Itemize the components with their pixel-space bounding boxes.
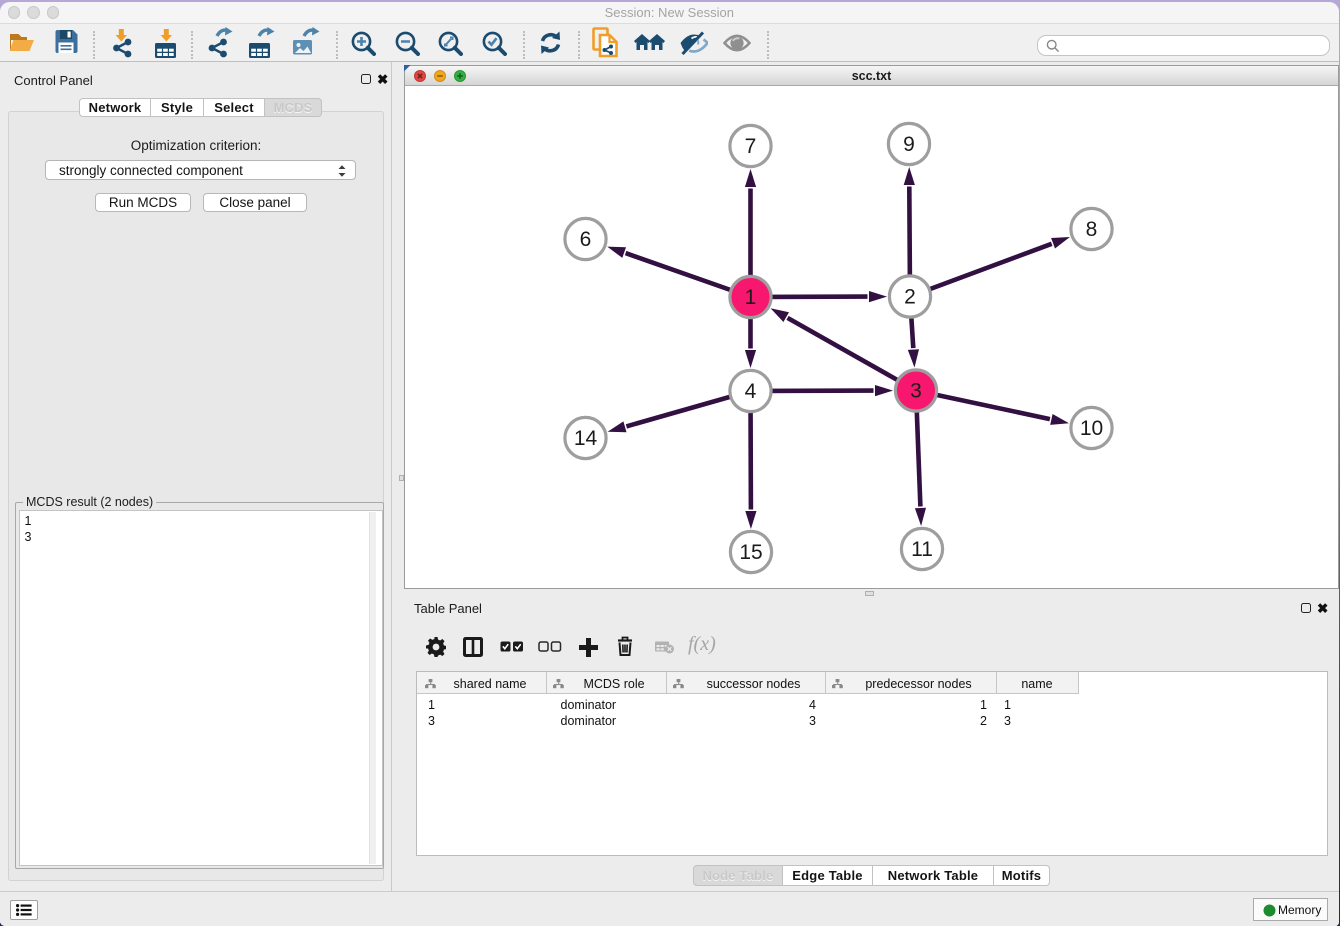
svg-text:6: 6 [579,228,591,251]
svg-text:3: 3 [910,379,922,402]
svg-text:15: 15 [739,541,762,564]
svg-text:14: 14 [573,427,597,450]
svg-text:11: 11 [911,538,933,561]
svg-text:4: 4 [744,380,756,403]
svg-text:10: 10 [1079,417,1102,440]
svg-text:7: 7 [744,135,756,158]
svg-text:9: 9 [903,133,915,156]
svg-text:1: 1 [744,286,756,309]
svg-text:2: 2 [904,285,916,308]
svg-text:8: 8 [1085,218,1097,241]
